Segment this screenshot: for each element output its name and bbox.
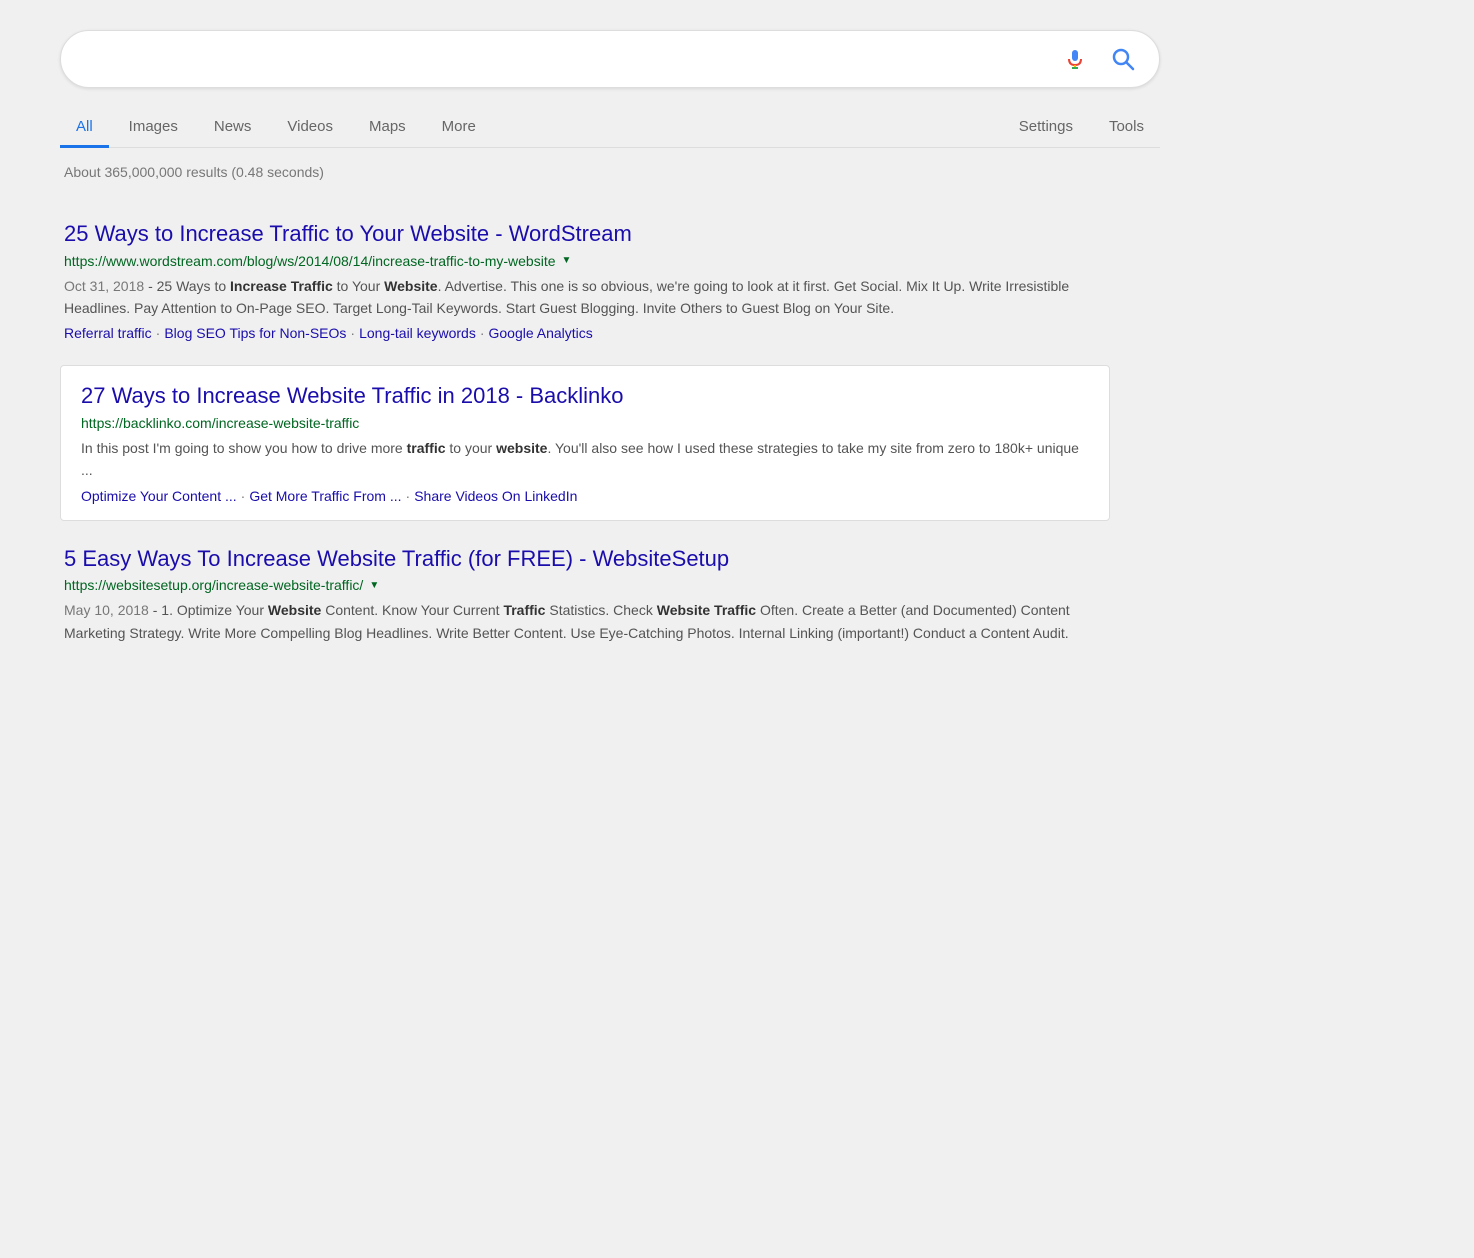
tab-images[interactable]: Images [113, 108, 194, 148]
search-bar: increase website traffic [60, 30, 1160, 88]
tab-all[interactable]: All [60, 108, 109, 148]
result-dropdown-arrow[interactable]: ▼ [369, 580, 379, 591]
link-separator: · [350, 325, 355, 341]
tab-maps[interactable]: Maps [353, 108, 422, 148]
result-sitelinks: Referral traffic · Blog SEO Tips for Non… [64, 325, 1106, 341]
search-nav-tabs: All Images News Videos Maps More Setting… [60, 108, 1160, 148]
search-button[interactable] [1107, 43, 1139, 75]
search-result: 25 Ways to Increase Traffic to Your Webs… [60, 204, 1110, 357]
search-result: 27 Ways to Increase Website Traffic in 2… [60, 365, 1110, 520]
result-title[interactable]: 27 Ways to Increase Website Traffic in 2… [81, 382, 1089, 411]
result-dropdown-arrow[interactable]: ▼ [562, 255, 572, 266]
tab-news[interactable]: News [198, 108, 268, 148]
result-sitelink[interactable]: Google Analytics [489, 325, 593, 341]
search-input[interactable]: increase website traffic [81, 48, 1059, 71]
result-snippet: May 10, 2018 - 1. Optimize Your Website … [64, 599, 1106, 644]
result-url[interactable]: https://websitesetup.org/increase-websit… [64, 577, 363, 593]
result-title[interactable]: 25 Ways to Increase Traffic to Your Webs… [64, 220, 1106, 249]
result-date: Oct 31, 2018 [64, 278, 144, 294]
link-separator: · [480, 325, 485, 341]
result-title[interactable]: 5 Easy Ways To Increase Website Traffic … [64, 545, 1106, 574]
nav-left: All Images News Videos Maps More [60, 108, 1003, 147]
voice-search-icon[interactable] [1059, 43, 1091, 75]
result-url-line: https://websitesetup.org/increase-websit… [64, 577, 1106, 593]
result-sitelink[interactable]: Optimize Your Content ... [81, 488, 237, 504]
results-count: About 365,000,000 results (0.48 seconds) [64, 164, 1414, 180]
link-separator: · [406, 488, 411, 504]
result-url[interactable]: https://backlinko.com/increase-website-t… [81, 415, 359, 431]
result-snippet: Oct 31, 2018 - 25 Ways to Increase Traff… [64, 275, 1106, 320]
result-url-line: https://www.wordstream.com/blog/ws/2014/… [64, 253, 1106, 269]
result-sitelink[interactable]: Blog SEO Tips for Non-SEOs [164, 325, 346, 341]
nav-right: Settings Tools [1003, 108, 1160, 147]
result-date: May 10, 2018 [64, 602, 149, 618]
tab-settings[interactable]: Settings [1003, 108, 1089, 148]
result-snippet: In this post I'm going to show you how t… [81, 437, 1089, 482]
link-separator: · [241, 488, 246, 504]
result-sitelink[interactable]: Share Videos On LinkedIn [414, 488, 577, 504]
tab-videos[interactable]: Videos [271, 108, 349, 148]
tab-tools[interactable]: Tools [1093, 108, 1160, 148]
result-sitelink[interactable]: Referral traffic [64, 325, 152, 341]
result-url[interactable]: https://www.wordstream.com/blog/ws/2014/… [64, 253, 556, 269]
tab-more[interactable]: More [426, 108, 492, 148]
search-result: 5 Easy Ways To Increase Website Traffic … [60, 529, 1110, 666]
link-separator: · [156, 325, 161, 341]
result-url-line: https://backlinko.com/increase-website-t… [81, 415, 1089, 431]
result-sitelink[interactable]: Long-tail keywords [359, 325, 476, 341]
result-sitelinks: Optimize Your Content ... · Get More Tra… [81, 488, 1089, 504]
result-sitelink[interactable]: Get More Traffic From ... [249, 488, 401, 504]
